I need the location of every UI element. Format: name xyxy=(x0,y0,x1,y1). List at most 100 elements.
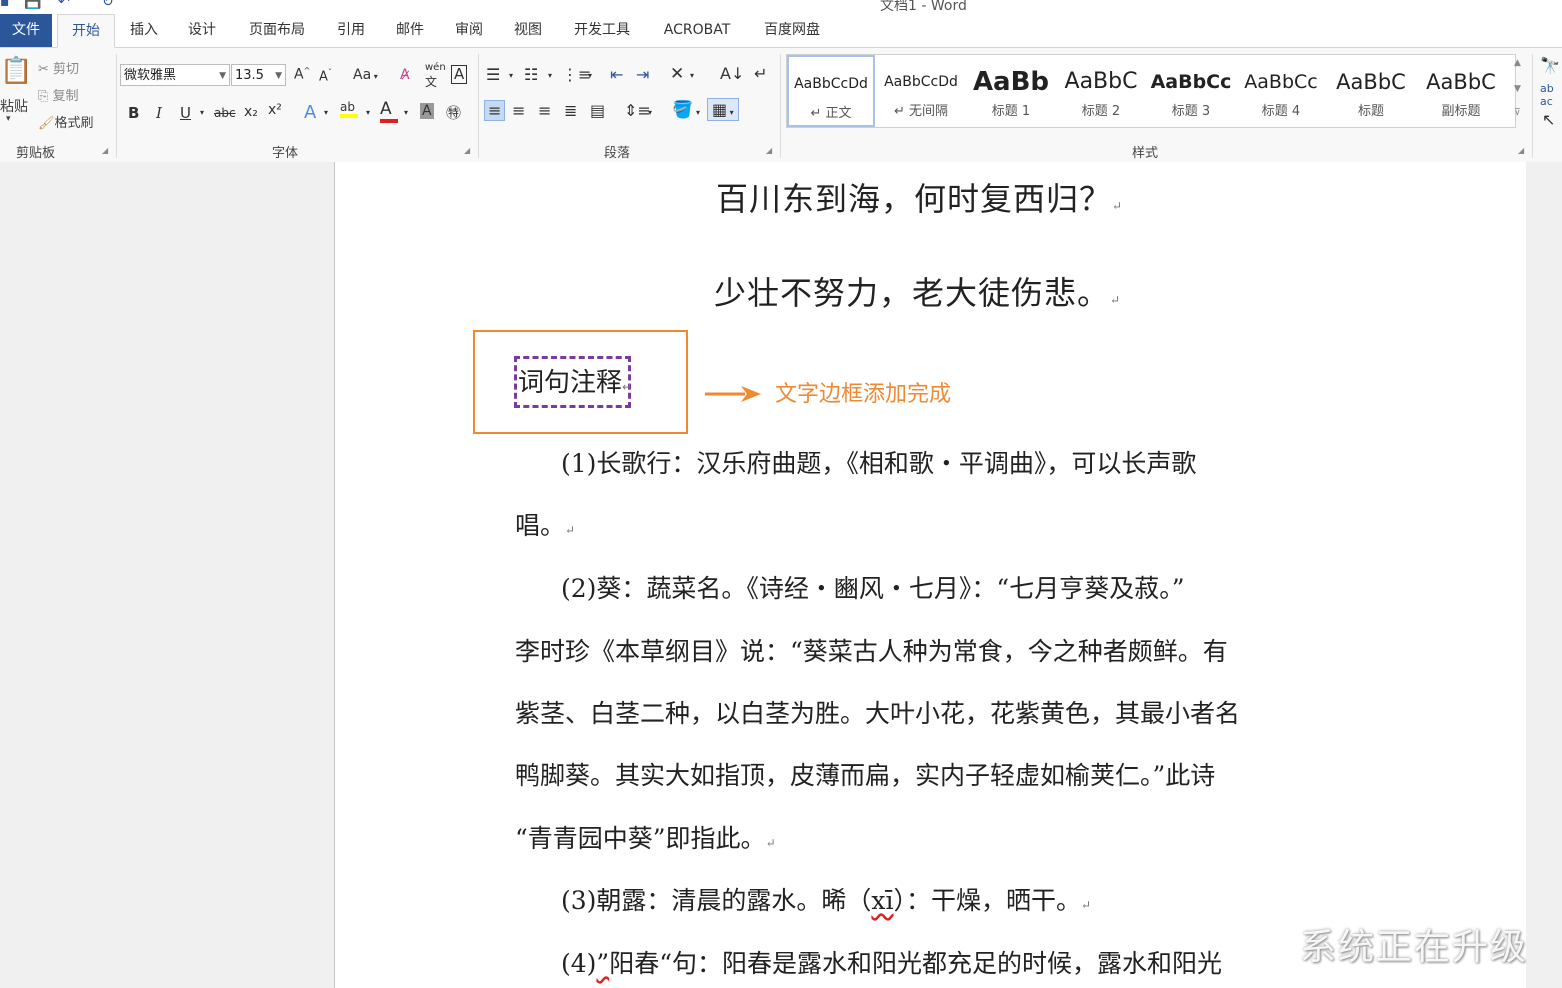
style-heading-2[interactable]: AaBbC 标题 2 xyxy=(1057,55,1145,127)
underline-button[interactable]: U xyxy=(180,104,191,122)
numbering-icon[interactable]: ☷ xyxy=(524,65,538,84)
tab-acrobat[interactable]: ACROBAT xyxy=(656,14,738,47)
font-launcher-icon[interactable]: ◢ xyxy=(464,146,470,155)
redo-icon[interactable]: ↻ xyxy=(102,0,114,10)
body-line: (3)朝露：清晨的露水。晞（xī）：干燥，晒干。↵ xyxy=(561,881,1091,917)
justify-button[interactable]: ≣ xyxy=(564,101,577,120)
multilevel-list-icon[interactable]: ⋮≡ xyxy=(562,65,591,84)
spelling-error-word[interactable]: ” xyxy=(596,949,609,978)
clipboard-launcher-icon[interactable]: ◢ xyxy=(102,146,108,155)
shading-dropdown-icon[interactable]: ▾ xyxy=(696,108,700,117)
style-normal[interactable]: AaBbCcDd ↵ 正文 xyxy=(787,55,875,127)
line-spacing-dropdown-icon[interactable]: ▾ xyxy=(648,108,652,117)
character-border-icon[interactable]: A xyxy=(451,65,468,84)
font-color-dropdown-icon[interactable]: ▾ xyxy=(404,108,408,117)
multilevel-dropdown-icon[interactable]: ▾ xyxy=(588,71,592,80)
highlight-dropdown-icon[interactable]: ▾ xyxy=(366,108,370,117)
shrink-font-icon[interactable]: Aˇ xyxy=(319,68,332,84)
style-title[interactable]: AaBbC 标题 xyxy=(1327,55,1415,127)
body-line-text: 阳春“句：阳春是露水和阳光都充足的时候，露水和阳光 xyxy=(609,949,1222,978)
replace-icon[interactable]: ab ac xyxy=(1540,82,1554,108)
font-name-select[interactable]: 微软雅黑 ▼ xyxy=(120,64,230,86)
bullets-dropdown-icon[interactable]: ▾ xyxy=(509,71,513,80)
bold-button[interactable]: B xyxy=(128,104,139,122)
tab-baidu-netdisk[interactable]: 百度网盘 xyxy=(754,14,830,47)
body-line: 紫茎、白茎二种，以白茎为胜。大叶小花，花紫黄色，其最小者名 xyxy=(515,699,1241,728)
clear-format-icon[interactable]: A̷ xyxy=(400,67,410,83)
text-effects-icon[interactable]: A xyxy=(304,102,316,123)
style-heading-4[interactable]: AaBbCc 标题 4 xyxy=(1237,55,1325,127)
tab-review[interactable]: 审阅 xyxy=(445,14,493,47)
strikethrough-button[interactable]: abc xyxy=(214,106,236,120)
character-shading-icon[interactable]: A xyxy=(420,103,434,119)
highlight-icon[interactable]: ab xyxy=(340,100,358,118)
font-color-icon[interactable]: A xyxy=(380,99,398,123)
underline-dropdown-icon[interactable]: ▾ xyxy=(200,108,204,117)
chevron-down-icon: ▼ xyxy=(219,71,226,81)
styles-scroll-up-icon[interactable]: ▲ xyxy=(1514,58,1521,68)
align-left-button[interactable]: ≡ xyxy=(484,100,506,121)
styles-more-icon[interactable]: ⊽ xyxy=(1514,108,1521,118)
chinese-layout-icon[interactable]: ✕ xyxy=(670,64,684,84)
tab-page-layout[interactable]: 页面布局 xyxy=(240,14,314,47)
paragraph-mark: ↵ xyxy=(1081,898,1092,912)
increase-indent-icon[interactable]: ⇥ xyxy=(636,65,649,84)
align-center-button[interactable]: ≡ xyxy=(512,101,525,120)
paste-dropdown-icon[interactable]: ▾ xyxy=(6,114,11,124)
copy-button[interactable]: ⎘ 复制 xyxy=(38,85,79,104)
tab-insert[interactable]: 插入 xyxy=(120,14,168,47)
styles-scroll-down-icon[interactable]: ▼ xyxy=(1514,84,1521,94)
undo-icon[interactable]: ↶ xyxy=(58,0,70,10)
subscript-button[interactable]: x₂ xyxy=(244,104,258,120)
cut-button[interactable]: ✂ 剪切 xyxy=(38,58,79,77)
format-painter-button[interactable]: 🖌格式刷 xyxy=(38,112,94,131)
find-icon[interactable]: 🔭 xyxy=(1540,56,1560,75)
select-icon[interactable]: ↖ xyxy=(1542,110,1555,129)
tab-developer[interactable]: 开发工具 xyxy=(564,14,640,47)
style-heading-1[interactable]: AaBb 标题 1 xyxy=(967,55,1055,127)
paragraph-launcher-icon[interactable]: ◢ xyxy=(766,146,772,155)
superscript-button[interactable]: x² xyxy=(268,102,282,118)
decrease-indent-icon[interactable]: ⇤ xyxy=(610,65,623,84)
tab-view[interactable]: 视图 xyxy=(504,14,552,47)
text-effects-dropdown-icon[interactable]: ▾ xyxy=(324,108,328,117)
tab-home[interactable]: 开始 xyxy=(57,14,115,48)
sort-icon[interactable]: A↓ xyxy=(720,64,744,83)
style-no-spacing[interactable]: AaBbCcDd ↵ 无间隔 xyxy=(877,55,965,127)
paste-icon[interactable]: 📋 xyxy=(0,56,32,86)
show-marks-icon[interactable]: ↵ xyxy=(754,64,767,83)
title-bar: ▪ 💾 ↶ ↻ 文档1 - Word xyxy=(0,0,1562,14)
phonetic-guide-icon[interactable]: wén 文 xyxy=(425,62,446,90)
style-name: 副标题 xyxy=(1441,104,1481,119)
distributed-button[interactable]: ▤ xyxy=(590,101,605,120)
heading-text[interactable]: 词句注释↵ xyxy=(518,362,632,399)
change-case-button[interactable]: Aa ▾ xyxy=(353,67,378,83)
paste-button[interactable]: 粘贴 xyxy=(0,96,28,116)
line-spacing-icon[interactable]: ⇕≡ xyxy=(624,101,651,120)
italic-button[interactable]: I xyxy=(156,104,162,122)
style-preview: AaBbCc xyxy=(1150,71,1232,93)
style-heading-3[interactable]: AaBbCc 标题 3 xyxy=(1147,55,1235,127)
numbering-dropdown-icon[interactable]: ▾ xyxy=(548,71,552,80)
paragraph-mark: ↵ xyxy=(565,523,576,537)
grow-font-icon[interactable]: A^ xyxy=(294,66,310,83)
borders-button[interactable]: ▦ ▾ xyxy=(707,98,739,121)
shading-icon[interactable]: 🪣 xyxy=(672,100,693,120)
chinese-layout-dropdown-icon[interactable]: ▾ xyxy=(690,71,694,80)
tab-references[interactable]: 引用 xyxy=(327,14,375,47)
tab-design[interactable]: 设计 xyxy=(178,14,226,47)
body-line: 鸭脚葵。其实大如指顶，皮薄而扁，实内子轻虚如榆荚仁。”此诗 xyxy=(515,761,1216,790)
bullets-icon[interactable]: ☰ xyxy=(486,65,500,84)
font-size-select[interactable]: 13.5 ▼ xyxy=(231,64,286,86)
styles-launcher-icon[interactable]: ◢ xyxy=(1518,146,1524,155)
style-subtitle[interactable]: AaBbC 副标题 xyxy=(1417,55,1505,127)
cut-label: 剪切 xyxy=(53,62,80,77)
tab-file[interactable]: 文件 xyxy=(0,14,52,47)
align-right-button[interactable]: ≡ xyxy=(538,101,551,120)
save-icon[interactable]: 💾 xyxy=(24,0,41,10)
tab-mailings[interactable]: 邮件 xyxy=(386,14,434,47)
spelling-error-word[interactable]: xī xyxy=(871,886,893,915)
poem-line-text: 百川东到海，何时复西归？ xyxy=(716,180,1113,218)
ribbon-tabs: 文件 开始 插入 设计 页面布局 引用 邮件 审阅 视图 开发工具 ACROBA… xyxy=(0,14,1562,48)
enclose-characters-icon[interactable]: ㊕ xyxy=(446,102,461,123)
